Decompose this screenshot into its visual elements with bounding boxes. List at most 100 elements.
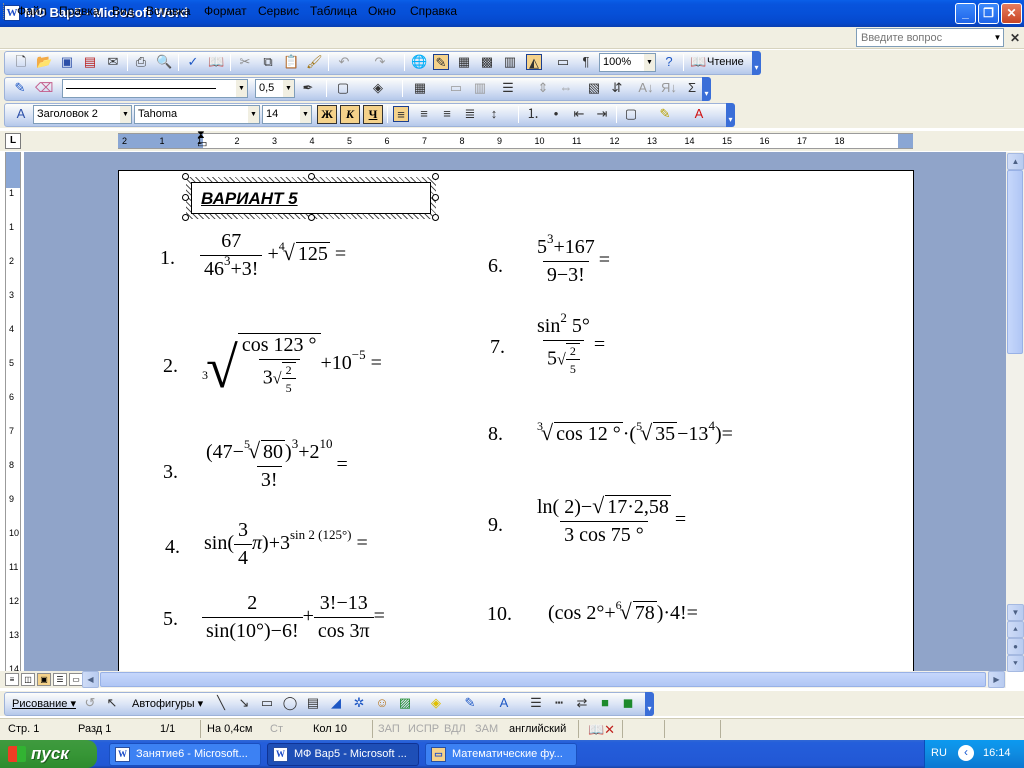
insert-table-icon[interactable]: ▦ — [412, 80, 428, 96]
highlight-icon[interactable]: ✎ — [657, 106, 673, 122]
taskbar-item[interactable]: W Занятие6 - Microsoft... — [109, 743, 261, 766]
menu-edit[interactable]: Правка — [59, 4, 100, 18]
menu-tools[interactable]: Сервис — [258, 4, 299, 18]
spelling-icon[interactable]: ✓ — [185, 54, 201, 70]
distribute-rows-icon[interactable]: ⇕ — [535, 80, 551, 96]
help-dropdown-icon[interactable]: ▼ — [992, 29, 1003, 46]
toolbar-options-icon[interactable]: ▾ — [752, 51, 761, 75]
sort-descending-icon[interactable]: Я↓ — [661, 80, 677, 96]
distribute-columns-icon[interactable]: ⇔ — [558, 80, 574, 96]
draw-table-icon[interactable]: ✎ — [12, 80, 28, 96]
tray-expand-icon[interactable]: ‹ — [958, 745, 974, 761]
picture-icon[interactable]: ▨ — [397, 695, 413, 711]
document-map-icon[interactable]: ▭ — [555, 54, 571, 70]
text-box-icon[interactable]: ▤ — [305, 695, 321, 711]
bullets-icon[interactable]: • — [548, 106, 564, 122]
formula-1[interactable]: 67 463+3! +4√ 125 = — [200, 230, 346, 281]
next-page-icon[interactable]: ⯆ — [1007, 655, 1024, 672]
tab-selector-icon[interactable]: L — [5, 133, 21, 149]
merge-cells-icon[interactable]: ▭ — [448, 80, 464, 96]
border-color-icon[interactable]: ✒ — [300, 80, 316, 96]
research-icon[interactable]: 📖 — [208, 54, 224, 70]
read-mode-label[interactable]: Чтение — [707, 56, 744, 68]
resize-handle[interactable] — [432, 214, 439, 221]
formula-9[interactable]: ln( 2)−√ 17·2,58 3 cos 75 ° = — [533, 495, 686, 547]
line-spacing-icon[interactable]: ↕ — [486, 106, 502, 122]
dash-style-icon[interactable]: ┅ — [551, 695, 567, 711]
help-icon[interactable]: ? — [661, 54, 677, 70]
decrease-indent-icon[interactable]: ⇤ — [571, 106, 587, 122]
select-browse-object-icon[interactable]: ● — [1007, 638, 1024, 655]
oval-icon[interactable]: ◯ — [282, 695, 298, 711]
arrow-style-icon[interactable]: ⇄ — [574, 695, 590, 711]
undo-icon[interactable]: ↶ — [336, 54, 352, 70]
paste-icon[interactable]: 📋 — [283, 54, 299, 70]
format-painter-icon[interactable]: 🖌 — [306, 54, 323, 70]
cut-icon[interactable]: ✂ — [237, 54, 253, 70]
indent-marker-icon[interactable]: ⧗ ▭ — [197, 130, 207, 150]
drawing-menu[interactable]: Рисование ▾ — [12, 697, 76, 710]
align-left-icon[interactable]: ≡ — [393, 106, 409, 122]
pointer-icon[interactable]: ↖ — [104, 695, 120, 711]
redo-icon[interactable]: ↷ — [372, 54, 388, 70]
web-view-icon[interactable]: ◫ — [21, 673, 35, 686]
reading-view-icon[interactable]: ▭ — [69, 673, 83, 686]
resize-handle[interactable] — [182, 194, 189, 201]
scroll-right-icon[interactable]: ▶ — [988, 671, 1005, 688]
align-icon[interactable]: ☰ — [500, 80, 516, 96]
taskbar-item-active[interactable]: W МФ Вар5 - Microsoft ... — [267, 743, 419, 766]
toolbar-options-icon[interactable]: ▾ — [702, 77, 711, 101]
line-weight-select[interactable]: 0,5 ▼ — [255, 79, 295, 98]
shadow-icon[interactable]: ■ — [597, 695, 613, 711]
toolbar-options-icon[interactable]: ▾ — [726, 103, 735, 127]
rectangle-icon[interactable]: ▭ — [259, 695, 275, 711]
close-button[interactable]: ✕ — [1001, 3, 1022, 24]
minimize-button[interactable]: _ — [955, 3, 976, 24]
insert-excel-icon[interactable]: ▩ — [479, 54, 495, 70]
menu-table[interactable]: Таблица — [310, 4, 357, 18]
menu-help[interactable]: Справка — [410, 4, 457, 18]
document-close-icon[interactable]: ✕ — [1010, 31, 1020, 45]
formula-8[interactable]: 3√ cos 12 ° ·(5√ 35 −134)= — [537, 419, 733, 446]
outline-view-icon[interactable]: ☰ — [53, 673, 67, 686]
horizontal-scroll-thumb[interactable] — [100, 672, 986, 687]
taskbar-item[interactable]: ▭ Математические фу... — [425, 743, 577, 766]
resize-handle[interactable] — [308, 214, 315, 221]
open-icon[interactable]: 📂 — [36, 54, 52, 70]
outside-border-icon[interactable]: ▢ — [335, 80, 351, 96]
wordart-icon[interactable]: ◢ — [328, 695, 344, 711]
new-document-icon[interactable]: 🗋 — [13, 54, 29, 70]
menu-file[interactable]: Файл — [17, 4, 47, 18]
scroll-up-icon[interactable]: ▲ — [1007, 153, 1024, 170]
eraser-icon[interactable]: ⌫ — [35, 80, 53, 96]
clipart-icon[interactable]: ☺ — [374, 695, 390, 711]
save-icon[interactable]: ▣ — [59, 54, 75, 70]
menu-view[interactable]: Вид — [112, 4, 134, 18]
formula-2[interactable]: 3√ cos 123 ° 3√ 2 5 +10−5 = — [202, 333, 382, 397]
resize-handle[interactable] — [182, 214, 189, 221]
line-icon[interactable]: ╲ — [213, 695, 229, 711]
drawing-icon[interactable]: ◭ — [526, 54, 542, 70]
resize-handle[interactable] — [182, 173, 189, 180]
status-track-changes[interactable]: ИСПР — [408, 723, 439, 735]
status-extend[interactable]: ВДЛ — [444, 723, 466, 735]
font-color-icon[interactable]: A — [691, 106, 707, 122]
formula-10[interactable]: (cos 2°+6√ 78)·4!= — [548, 599, 698, 625]
copy-icon[interactable]: ⧉ — [260, 54, 276, 70]
help-search-input[interactable] — [856, 28, 1004, 47]
font-select[interactable]: Tahoma ▼ — [134, 105, 260, 124]
autoformat-icon[interactable]: ▧ — [586, 80, 602, 96]
text-direction-icon[interactable]: ⇵ — [609, 80, 625, 96]
autoshapes-menu[interactable]: Автофигуры ▾ — [132, 697, 203, 710]
autosum-icon[interactable]: Σ — [684, 80, 700, 96]
read-icon[interactable]: 📖 — [690, 54, 706, 70]
bold-button[interactable]: Ж — [317, 105, 337, 124]
line-color-icon[interactable]: ✎ — [462, 695, 478, 711]
align-center-icon[interactable]: ≡ — [416, 106, 432, 122]
menu-format[interactable]: Формат — [204, 4, 247, 18]
style-select[interactable]: Заголовок 2 ▼ — [33, 105, 132, 124]
styles-pane-icon[interactable]: A — [13, 106, 29, 122]
vertical-scroll-thumb[interactable] — [1007, 170, 1023, 354]
numbering-icon[interactable]: ⒈ — [525, 106, 541, 122]
shading-color-icon[interactable]: ◈ — [370, 80, 386, 96]
